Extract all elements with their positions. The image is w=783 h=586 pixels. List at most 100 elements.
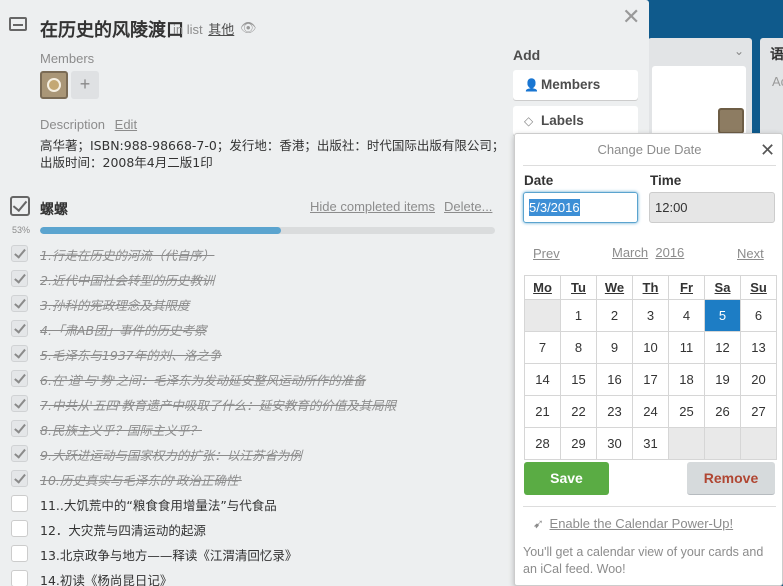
calendar-year[interactable]: 2016: [655, 245, 684, 260]
calendar-day[interactable]: 22: [560, 395, 597, 428]
checklist-item[interactable]: 8.民族主义乎？国际主义乎？: [0, 416, 510, 441]
calendar-day[interactable]: 15: [560, 363, 597, 396]
calendar-day[interactable]: 14: [524, 363, 561, 396]
time-label: Time: [650, 173, 682, 188]
calendar-day[interactable]: 27: [740, 395, 777, 428]
checklist-item-checkbox[interactable]: [11, 345, 28, 362]
calendar-day[interactable]: 16: [596, 363, 633, 396]
checklist-item[interactable]: 7.中共从'五四'教育遗产中吸取了什么：延安教育的价值及其局限: [0, 391, 510, 416]
checklist-item-text[interactable]: 1.行走在历史的河流（代自序）: [40, 245, 214, 264]
description-text[interactable]: 高华著；ISBN:988-98668-7-0；发行地：香港；出版社：时代国际出版…: [40, 137, 510, 171]
save-button[interactable]: Save: [524, 462, 609, 495]
checklist-item-text[interactable]: 8.民族主义乎？国际主义乎？: [40, 420, 202, 439]
checklist-item-checkbox[interactable]: [11, 295, 28, 312]
checklist-item-checkbox[interactable]: [11, 545, 28, 562]
checklist-item[interactable]: 13.北京政争与地方——释读《江渭清回忆录》: [0, 541, 510, 566]
sidebar-labels-button[interactable]: ◇ Labels: [513, 106, 638, 136]
calendar-day[interactable]: 4: [668, 299, 705, 332]
checklist-item[interactable]: 14.初读《杨尚昆日记》: [0, 566, 510, 586]
checklist-item[interactable]: 10.历史真实与毛泽东的'政治正确性': [0, 466, 510, 491]
calendar-day[interactable]: 20: [740, 363, 777, 396]
checklist-item[interactable]: 6.在'道'与'势'之间：毛泽东为发动延安整风运动所作的准备: [0, 366, 510, 391]
calendar-day[interactable]: 30: [596, 427, 633, 460]
popover-close-icon[interactable]: ✕: [760, 140, 775, 161]
checklist-item-checkbox[interactable]: [11, 445, 28, 462]
calendar-day[interactable]: 28: [524, 427, 561, 460]
time-input[interactable]: 12:00: [649, 192, 775, 223]
checklist-item-checkbox[interactable]: [11, 320, 28, 337]
calendar-next-link[interactable]: Next: [737, 246, 764, 261]
add-member-button[interactable]: +: [71, 71, 99, 99]
checklist-item[interactable]: 1.行走在历史的河流（代自序）: [0, 241, 510, 266]
checklist-item-checkbox[interactable]: [11, 395, 28, 412]
checklist-item-text[interactable]: 14.初读《杨尚昆日记》: [40, 570, 172, 586]
calendar-day[interactable]: 29: [560, 427, 597, 460]
checklist-item-text[interactable]: 6.在'道'与'势'之间：毛泽东为发动延安整风运动所作的准备: [40, 370, 366, 389]
calendar-day[interactable]: 3: [632, 299, 669, 332]
checklist-item-checkbox[interactable]: [11, 420, 28, 437]
checklist-item[interactable]: 9.大跃进运动与国家权力的扩张：以江苏省为例: [0, 441, 510, 466]
powerup-link-text[interactable]: Enable the Calendar Power-Up!: [550, 516, 734, 531]
watch-eye-icon[interactable]: 👁: [240, 20, 257, 36]
checklist-item[interactable]: 2.近代中国社会转型的历史教训: [0, 266, 510, 291]
checklist-item[interactable]: 4.「肃AB团」事件的历史考察: [0, 316, 510, 341]
checklist-item-text[interactable]: 3.孙科的宪政理念及其限度: [40, 295, 189, 314]
calendar-day[interactable]: 12: [704, 331, 741, 364]
calendar-day[interactable]: 26: [704, 395, 741, 428]
calendar-day[interactable]: 21: [524, 395, 561, 428]
calendar-day[interactable]: 24: [632, 395, 669, 428]
hide-completed-link[interactable]: Hide completed items: [310, 199, 435, 214]
checklist-item-checkbox[interactable]: [11, 495, 28, 512]
checklist-item-text[interactable]: 2.近代中国社会转型的历史教训: [40, 270, 214, 289]
calendar-day[interactable]: 23: [596, 395, 633, 428]
checklist-item-text[interactable]: 9.大跃进运动与国家权力的扩张：以江苏省为例: [40, 445, 302, 464]
calendar-day[interactable]: 5: [704, 299, 741, 332]
calendar-day[interactable]: 17: [632, 363, 669, 396]
calendar-day[interactable]: 13: [740, 331, 777, 364]
checklist-item-checkbox[interactable]: [11, 570, 28, 586]
checklist-item[interactable]: 5.毛泽东与1937年的刘、洛之争: [0, 341, 510, 366]
card-title[interactable]: 在历史的风陵渡口: [40, 16, 184, 42]
checklist-item-checkbox[interactable]: [11, 520, 28, 537]
calendar-day[interactable]: 19: [704, 363, 741, 396]
checklist-item[interactable]: 12．大灾荒与四清运动的起源: [0, 516, 510, 541]
checklist-item-text[interactable]: 12．大灾荒与四清运动的起源: [40, 520, 206, 539]
calendar-day[interactable]: 31: [632, 427, 669, 460]
remove-button[interactable]: Remove: [687, 462, 775, 495]
member-avatar[interactable]: [40, 71, 68, 99]
checklist-item-checkbox[interactable]: [11, 245, 28, 262]
sidebar-members-button[interactable]: 👤 Members: [513, 70, 638, 100]
calendar-day[interactable]: 8: [560, 331, 597, 364]
calendar-day[interactable]: 11: [668, 331, 705, 364]
close-icon[interactable]: ✕: [622, 6, 640, 28]
checklist-item-checkbox[interactable]: [11, 370, 28, 387]
checklist-item-text[interactable]: 4.「肃AB团」事件的历史考察: [40, 320, 207, 339]
list-name-link[interactable]: 其他: [208, 22, 234, 37]
checklist-item-text[interactable]: 7.中共从'五四'教育遗产中吸取了什么：延安教育的价值及其局限: [40, 395, 396, 414]
calendar-day[interactable]: 2: [596, 299, 633, 332]
calendar-empty-cell: [740, 427, 777, 460]
date-input[interactable]: 5/3/2016: [523, 192, 638, 223]
checklist-item-text[interactable]: 10.历史真实与毛泽东的'政治正确性': [40, 470, 242, 489]
calendar-month[interactable]: March: [612, 245, 648, 260]
calendar-day[interactable]: 10: [632, 331, 669, 364]
calendar-powerup-link[interactable]: ➹ Enable the Calendar Power-Up!: [533, 516, 733, 532]
calendar-day[interactable]: 6: [740, 299, 777, 332]
calendar-day[interactable]: 1: [560, 299, 597, 332]
checklist-item-text[interactable]: 13.北京政争与地方——释读《江渭清回忆录》: [40, 545, 297, 564]
checklist-item[interactable]: 11..大饥荒中的“粮食食用增量法”与代食品: [0, 491, 510, 516]
calendar-day[interactable]: 7: [524, 331, 561, 364]
description-edit-link[interactable]: Edit: [115, 117, 137, 132]
delete-checklist-link[interactable]: Delete...: [444, 199, 492, 214]
partial-list-title: 语: [770, 46, 783, 62]
checklist-item-text[interactable]: 5.毛泽东与1937年的刘、洛之争: [40, 345, 221, 364]
checklist-item-text[interactable]: 11..大饥荒中的“粮食食用增量法”与代食品: [40, 495, 277, 514]
calendar-day[interactable]: 18: [668, 363, 705, 396]
calendar-day[interactable]: 9: [596, 331, 633, 364]
calendar-prev-link[interactable]: Prev: [533, 246, 560, 261]
checklist-item-checkbox[interactable]: [11, 270, 28, 287]
calendar-day[interactable]: 25: [668, 395, 705, 428]
checklist-item-checkbox[interactable]: [11, 470, 28, 487]
checklist-title[interactable]: 螺螺: [40, 199, 68, 219]
checklist-item[interactable]: 3.孙科的宪政理念及其限度: [0, 291, 510, 316]
